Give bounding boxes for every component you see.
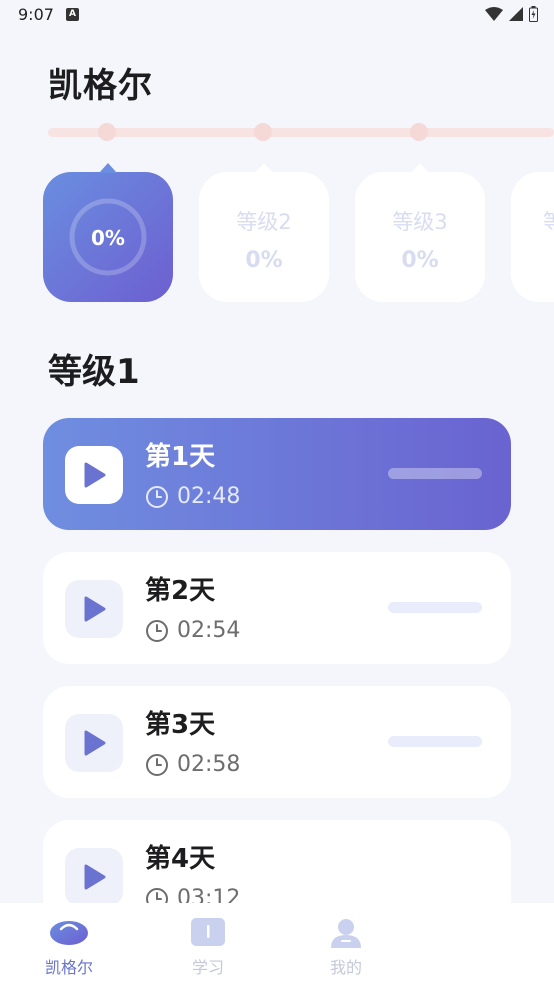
level-pointer (99, 163, 117, 173)
day-progress-bar (388, 602, 482, 613)
play-button[interactable] (65, 714, 123, 772)
day-label: 第2天 (145, 576, 216, 606)
level-percent: 0% (401, 248, 439, 273)
wifi-icon (485, 7, 503, 21)
day-label: 第4天 (145, 844, 216, 874)
play-button[interactable] (65, 580, 123, 638)
day-card-1[interactable]: 第1天 02:48 (43, 418, 511, 530)
nav-label: 学习 (191, 958, 224, 977)
profile-icon (331, 919, 361, 948)
play-icon (84, 462, 106, 488)
day-label: 第3天 (145, 710, 216, 740)
level-pointer (255, 163, 273, 173)
signal-icon (509, 7, 523, 21)
level-card-4[interactable]: 等 (511, 172, 554, 302)
nav-label: 凯格尔 (44, 958, 93, 977)
clock-icon (146, 754, 168, 776)
play-icon (84, 596, 106, 622)
level-name: 等 (543, 210, 554, 234)
level-name: 等级2 (236, 210, 292, 234)
day-progress-bar (388, 736, 482, 747)
section-title: 等级1 (48, 352, 140, 392)
level-card-3[interactable]: 等级3 0% (355, 163, 485, 302)
level-progress-track (48, 128, 554, 137)
level-2-dot (254, 123, 272, 141)
book-icon (191, 918, 225, 946)
nav-item-kegel[interactable]: 凯格尔 (0, 903, 139, 984)
level-1-dot (98, 123, 116, 141)
level-cards-scroller[interactable]: 0% 等级2 0% 等级3 0% 等 (0, 162, 554, 312)
play-button[interactable] (65, 848, 123, 906)
clock-icon (146, 620, 168, 642)
status-icons (485, 6, 538, 22)
bottom-nav: 凯格尔 学习 我的 (0, 903, 554, 984)
page-title: 凯格尔 (48, 66, 153, 106)
notification-icon: A (66, 8, 79, 21)
level-percent: 0% (245, 248, 283, 273)
nav-item-profile[interactable]: 我的 (276, 903, 416, 984)
level-percent: 0% (91, 226, 125, 250)
level-name: 等级3 (392, 210, 448, 234)
clock-icon (146, 486, 168, 508)
level-pointer (411, 163, 429, 173)
day-label: 第1天 (145, 442, 216, 472)
status-time: 9:07 (18, 5, 54, 24)
kegel-icon (50, 921, 88, 945)
nav-item-study[interactable]: 学习 (138, 903, 278, 984)
day-duration: 02:54 (177, 618, 241, 643)
play-icon (84, 730, 106, 756)
battery-icon (529, 6, 538, 22)
day-progress-bar (388, 468, 482, 479)
day-duration: 02:58 (177, 752, 241, 777)
play-button[interactable] (65, 446, 123, 504)
status-bar: 9:07 A (0, 0, 554, 30)
day-card-2[interactable]: 第2天 02:54 (43, 552, 511, 664)
level-3-dot (410, 123, 428, 141)
level-card-1[interactable]: 0% (43, 163, 173, 302)
nav-label: 我的 (329, 958, 362, 977)
day-duration: 02:48 (177, 484, 241, 509)
play-icon (84, 864, 106, 890)
day-card-3[interactable]: 第3天 02:58 (43, 686, 511, 798)
level-card-2[interactable]: 等级2 0% (199, 163, 329, 302)
